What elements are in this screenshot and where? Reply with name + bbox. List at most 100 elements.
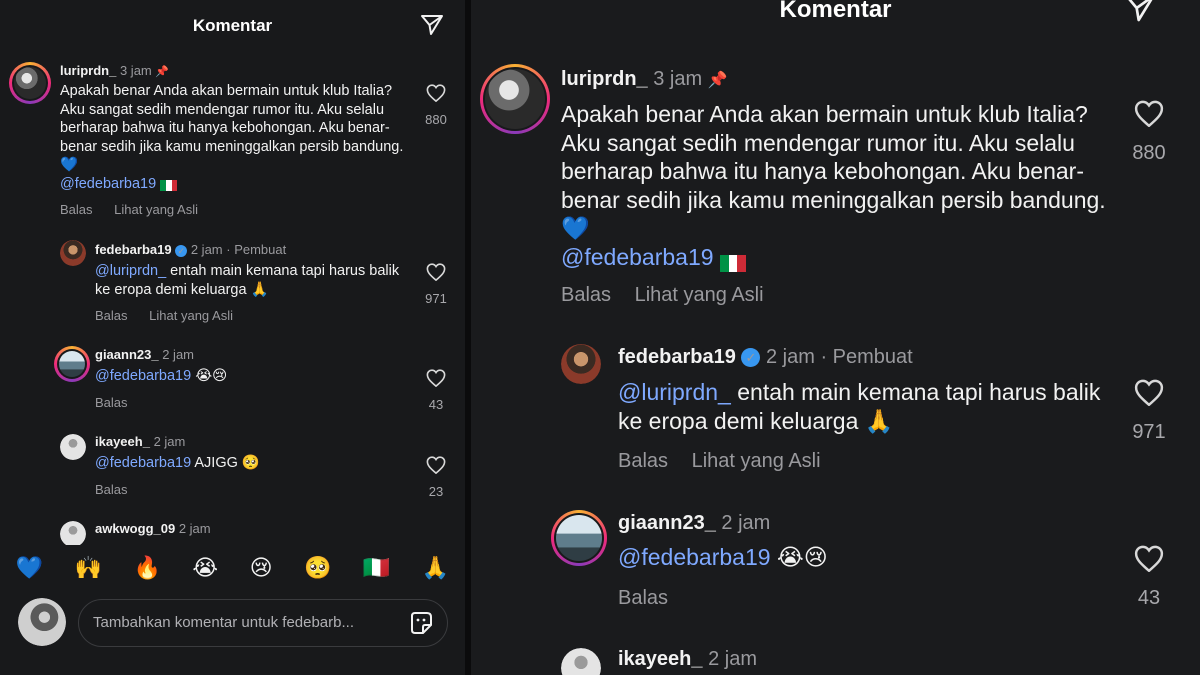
see-original-button[interactable]: Lihat yang Asli xyxy=(692,450,821,472)
emoji-quick-bar: 💙 🙌 🔥 😭 😢 🥺 🇮🇹 🙏 xyxy=(0,545,465,593)
username[interactable]: fedebarba19 xyxy=(618,346,736,368)
avatar[interactable] xyxy=(60,434,86,460)
comment-body: 😭😢 xyxy=(776,545,828,571)
avatar[interactable] xyxy=(9,62,51,104)
mention-link[interactable]: @fedebarba19 xyxy=(561,244,714,270)
page-title: Komentar xyxy=(192,16,273,35)
avatar[interactable] xyxy=(551,510,607,566)
reply-button[interactable]: Balas xyxy=(60,202,93,217)
like-count: 43 xyxy=(1137,587,1161,609)
comment-header: ikayeeh_ 2 jam xyxy=(95,434,185,449)
page-title: Komentar xyxy=(779,0,892,23)
heart-icon[interactable] xyxy=(1134,100,1164,127)
emoji-pleading[interactable]: 🥺 xyxy=(304,558,331,580)
my-avatar[interactable] xyxy=(18,598,66,646)
timestamp: 2 jam xyxy=(708,648,757,670)
comment-text: Apakah benar Anda akan bermain untuk klu… xyxy=(60,82,405,193)
comment-text: @luriprdn_ entah main kemana tapi harus … xyxy=(95,262,410,300)
comment-actions: Balas xyxy=(618,587,686,610)
username[interactable]: luriprdn_ xyxy=(60,63,116,78)
like-count: 971 xyxy=(1132,421,1166,443)
comment-actions: Balas Lihat yang Asli xyxy=(60,202,216,217)
pin-icon: 📌 xyxy=(155,66,170,78)
mention-link[interactable]: @fedebarba19 xyxy=(95,455,191,471)
comment-text: @fedebarba19 AJIGG 🥺 xyxy=(95,454,410,473)
avatar[interactable] xyxy=(54,346,90,382)
reply-button[interactable]: Balas xyxy=(561,284,611,306)
username[interactable]: giaann23_ xyxy=(618,512,716,534)
comment-header: ikayeeh_ 2 jam xyxy=(618,648,757,671)
comment-text: Apakah benar Anda akan bermain untuk klu… xyxy=(561,100,1116,272)
emoji-crying[interactable]: 😢 xyxy=(250,558,273,580)
timestamp: 3 jam xyxy=(653,68,703,90)
comment-actions: Balas Lihat yang Asli xyxy=(561,284,782,307)
avatar[interactable] xyxy=(561,648,601,675)
username[interactable]: awkwogg_09 xyxy=(95,521,175,536)
italy-flag-icon xyxy=(160,178,178,192)
mention-link[interactable]: @fedebarba19 xyxy=(60,176,156,192)
mention-link[interactable]: @fedebarba19 xyxy=(618,544,771,570)
comment-actions: Balas Lihat yang Asli xyxy=(618,450,839,473)
avatar[interactable] xyxy=(480,64,550,134)
reply-button[interactable]: Balas xyxy=(95,482,128,497)
timestamp: 2 jam xyxy=(190,242,223,257)
timestamp: 2 jam xyxy=(721,512,771,534)
see-original-button[interactable]: Lihat yang Asli xyxy=(149,308,233,323)
heart-icon[interactable] xyxy=(426,84,446,102)
timestamp: 2 jam xyxy=(178,521,211,536)
timestamp: 2 jam xyxy=(153,434,186,449)
mention-link[interactable]: @luriprdn_ xyxy=(618,379,731,405)
reply-button[interactable]: Balas xyxy=(95,395,128,410)
username[interactable]: giaann23_ xyxy=(95,347,159,362)
comment-body: AJIGG 🥺 xyxy=(194,455,260,471)
username[interactable]: ikayeeh_ xyxy=(618,648,703,670)
mention-link[interactable]: @fedebarba19 xyxy=(95,368,191,384)
timestamp: 2 jam xyxy=(162,347,195,362)
reply-button[interactable]: Balas xyxy=(95,308,128,323)
like-count: 23 xyxy=(428,484,444,499)
send-icon[interactable] xyxy=(1123,0,1157,24)
username[interactable]: luriprdn_ xyxy=(561,68,648,90)
like-control: 23 xyxy=(418,456,454,499)
heart-icon[interactable] xyxy=(426,369,446,387)
timestamp: 2 jam xyxy=(765,346,815,368)
see-original-button[interactable]: Lihat yang Asli xyxy=(114,202,198,217)
comment-header: awkwogg_09 2 jam xyxy=(95,521,211,536)
mention-link[interactable]: @luriprdn_ xyxy=(95,263,166,279)
sticker-icon[interactable] xyxy=(408,610,434,636)
avatar[interactable] xyxy=(561,344,601,384)
avatar[interactable] xyxy=(60,521,86,547)
comment-header: fedebarba19 ✓ 2 jam · Pembuat xyxy=(95,242,286,257)
heart-icon[interactable] xyxy=(426,263,446,281)
comment-actions: Balas Lihat yang Asli xyxy=(95,308,251,323)
reply-button[interactable]: Balas xyxy=(618,587,668,609)
comment-input[interactable]: Tambahkan komentar untuk fedebarb... xyxy=(78,599,448,647)
heart-icon[interactable] xyxy=(426,456,446,474)
comment-text: @fedebarba19 😭😢 xyxy=(95,367,410,386)
like-count: 880 xyxy=(425,112,447,127)
emoji-folded-hands[interactable]: 🙏 xyxy=(422,558,449,580)
emoji-fire[interactable]: 🔥 xyxy=(134,558,161,580)
emoji-loudly-crying[interactable]: 😭 xyxy=(192,558,218,580)
comment-text: @luriprdn_ entah main kemana tapi harus … xyxy=(618,378,1108,436)
heart-icon[interactable] xyxy=(1134,379,1164,406)
see-original-button[interactable]: Lihat yang Asli xyxy=(635,284,764,306)
send-icon[interactable] xyxy=(420,13,444,37)
comment-header: giaann23_ 2 jam xyxy=(618,512,770,535)
timestamp: 3 jam xyxy=(119,63,152,78)
username[interactable]: ikayeeh_ xyxy=(95,434,150,449)
avatar[interactable] xyxy=(60,240,86,266)
emoji-raised-hands[interactable]: 🙌 xyxy=(75,558,102,580)
like-count: 880 xyxy=(1132,142,1166,164)
creator-label: · Pembuat xyxy=(820,346,913,368)
heart-icon[interactable] xyxy=(1134,545,1164,572)
left-screen: Komentar luriprdn_ 3 jam 📌 Apakah benar … xyxy=(0,0,465,675)
comment-text: @fedebarba19 😭😢 xyxy=(618,543,1108,573)
like-control: 43 xyxy=(418,369,454,412)
emoji-blue-heart[interactable]: 💙 xyxy=(16,558,43,580)
reply-button[interactable]: Balas xyxy=(618,450,668,472)
username[interactable]: fedebarba19 xyxy=(95,242,172,257)
comment-header: fedebarba19 ✓ 2 jam · Pembuat xyxy=(618,346,913,369)
emoji-italy-flag[interactable]: 🇮🇹 xyxy=(363,558,390,580)
like-control: 43 xyxy=(1121,545,1177,610)
